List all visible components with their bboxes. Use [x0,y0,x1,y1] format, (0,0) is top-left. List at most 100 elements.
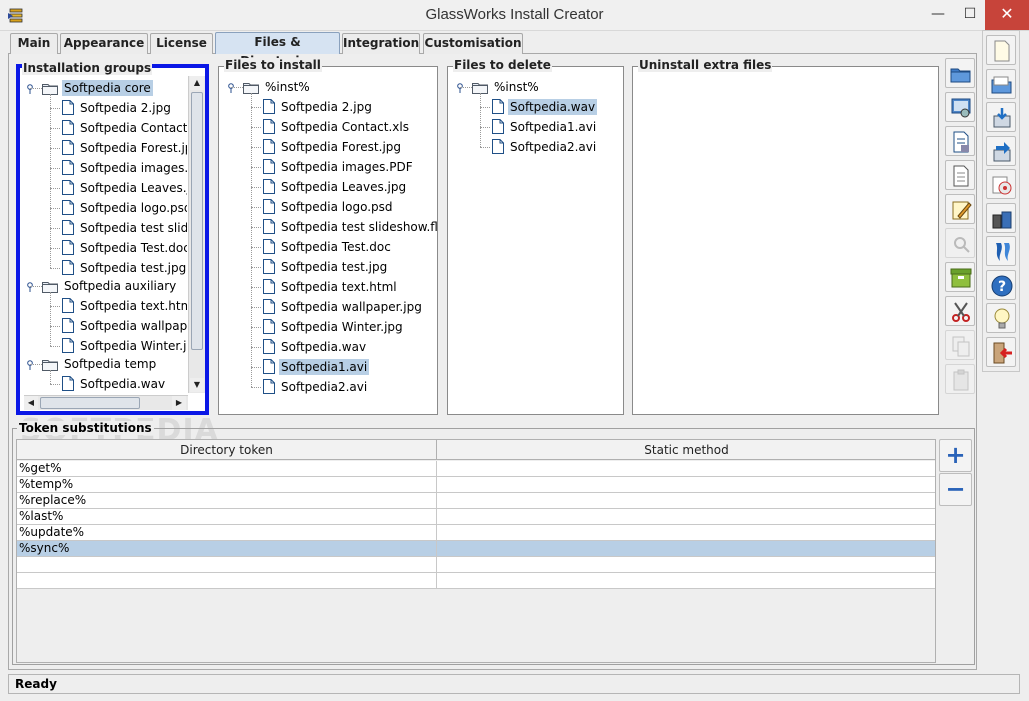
tab-files-directories[interactable]: Files & Directories [215,32,340,68]
table-row[interactable]: %get% [17,461,935,477]
scroll-left-icon[interactable]: ◀ [24,396,38,410]
file-node[interactable]: Softpedia Forest.jp [62,138,187,158]
token-cell[interactable]: %replace% [17,493,437,509]
static-method-cell[interactable] [437,557,935,573]
table-row[interactable]: %replace% [17,493,935,509]
tab-customisation[interactable]: Customisation [423,33,523,54]
tips-button[interactable] [986,303,1016,333]
edit-note-button[interactable] [945,194,975,224]
token-cell[interactable] [17,557,437,573]
file-node[interactable]: Softpedia2.avi [492,137,598,157]
file-node[interactable]: Softpedia test slide [62,218,187,238]
horizontal-scroll-thumb[interactable] [40,397,140,409]
table-row[interactable] [17,573,935,589]
file-node[interactable]: Softpedia wallpaper.jpg [263,297,424,317]
file-node[interactable]: Softpedia Winter.jpg [263,317,405,337]
maximize-button[interactable]: ☐ [954,0,986,30]
static-method-cell[interactable] [437,525,935,541]
file-node[interactable]: Softpedia Contact.xls [263,117,411,137]
installation-groups-tree[interactable]: Softpedia core Softpedia 2.jpg Softpedia C… [20,68,187,393]
remove-token-button[interactable]: − [939,473,972,506]
test-install-button[interactable] [986,236,1016,266]
token-table[interactable]: Directory token Static method %get% %temp… [16,439,936,663]
save-button[interactable] [986,102,1016,132]
zoom-button[interactable] [945,228,975,258]
token-cell[interactable]: %last% [17,509,437,525]
expand-toggle-icon[interactable] [26,360,36,370]
cut-button[interactable] [945,296,975,326]
file-node[interactable]: Softpedia text.html [263,277,399,297]
tab-license[interactable]: License [150,33,213,54]
tab-main[interactable]: Main [10,33,58,54]
package-button[interactable] [986,202,1016,233]
uninstall-extra-files-panel[interactable]: Uninstall extra files [632,58,939,415]
file-node[interactable]: Softpedia1.avi [492,117,598,137]
static-method-cell[interactable] [437,461,935,477]
token-cell[interactable]: %temp% [17,477,437,493]
expand-toggle-icon[interactable] [456,83,466,93]
group-node[interactable]: Softpedia auxiliary [42,276,178,296]
group-node[interactable]: Softpedia temp [42,354,158,374]
blank-page-button[interactable] [945,160,975,190]
file-node[interactable]: Softpedia.wav [62,374,167,393]
root-folder-node[interactable]: %inst% [472,77,541,97]
scroll-right-icon[interactable]: ▶ [172,396,186,410]
root-folder-node[interactable]: %inst% [243,77,312,97]
files-to-delete-tree[interactable]: %inst% Softpedia.wav Softpedia1.avi Softped… [448,67,623,414]
tab-appearance[interactable]: Appearance [60,33,148,54]
file-node[interactable]: Softpedia images.P [62,158,187,178]
expand-toggle-icon[interactable] [227,83,237,93]
file-node[interactable]: Softpedia wallpape [62,316,187,336]
file-node[interactable]: Softpedia2.avi [263,377,369,397]
table-row[interactable]: %update% [17,525,935,541]
files-to-install-tree[interactable]: %inst% Softpedia 2.jpg Softpedia Contact.x… [219,67,437,414]
paste-button[interactable] [945,364,975,394]
file-node[interactable]: Softpedia Test.doc [62,238,187,258]
table-row[interactable]: %temp% [17,477,935,493]
column-header-static-method[interactable]: Static method [437,440,936,460]
save-as-button[interactable] [986,135,1016,166]
file-node[interactable]: Softpedia test slideshow.flv [263,217,437,237]
static-method-cell[interactable] [437,541,935,557]
build-cd-button[interactable] [986,169,1016,199]
file-node[interactable]: Softpedia images.PDF [263,157,415,177]
static-method-cell[interactable] [437,573,935,589]
file-node[interactable]: Softpedia Leaves.jpg [263,177,408,197]
table-row[interactable] [17,557,935,573]
installation-groups-hscrollbar[interactable]: ◀ ▶ [24,395,188,410]
file-node[interactable]: Softpedia.wav [263,337,368,357]
file-node[interactable]: Softpedia1.avi [263,357,370,377]
expand-toggle-icon[interactable] [26,84,36,94]
tab-integration[interactable]: Integration [342,33,420,54]
file-node[interactable]: Softpedia Forest.jpg [263,137,403,157]
token-cell[interactable]: %update% [17,525,437,541]
static-method-cell[interactable] [437,493,935,509]
close-button[interactable]: ✕ [985,0,1029,30]
archive-button[interactable] [945,262,975,292]
open-folder-button[interactable] [945,58,975,88]
file-node[interactable]: Softpedia.wav [492,97,598,117]
token-cell[interactable]: %get% [17,461,437,477]
token-cell[interactable] [17,573,437,589]
file-node[interactable]: Softpedia Winter.jp [62,336,187,356]
file-node[interactable]: Softpedia logo.psd [62,198,187,218]
minimize-button[interactable]: — [922,0,954,30]
file-node[interactable]: Softpedia logo.psd [263,197,395,217]
new-project-button[interactable] [986,35,1016,65]
installation-groups-vscrollbar[interactable]: ▲ ▼ [188,76,205,393]
open-project-button[interactable] [986,68,1016,99]
expand-toggle-icon[interactable] [26,282,36,292]
file-properties-button[interactable] [945,126,975,156]
table-row[interactable]: %last% [17,509,935,525]
copy-button[interactable] [945,330,975,360]
file-node[interactable]: Softpedia text.html [62,296,187,316]
file-node[interactable]: Softpedia test.jpg [62,258,187,278]
file-node[interactable]: Softpedia test.jpg [263,257,389,277]
browse-disk-button[interactable] [945,92,975,122]
exit-button[interactable] [986,336,1016,367]
group-node[interactable]: Softpedia core [42,78,153,98]
static-method-cell[interactable] [437,509,935,525]
add-token-button[interactable]: + [939,439,972,472]
token-cell[interactable]: %sync% [17,541,437,557]
file-node[interactable]: Softpedia Contact.x [62,118,187,138]
